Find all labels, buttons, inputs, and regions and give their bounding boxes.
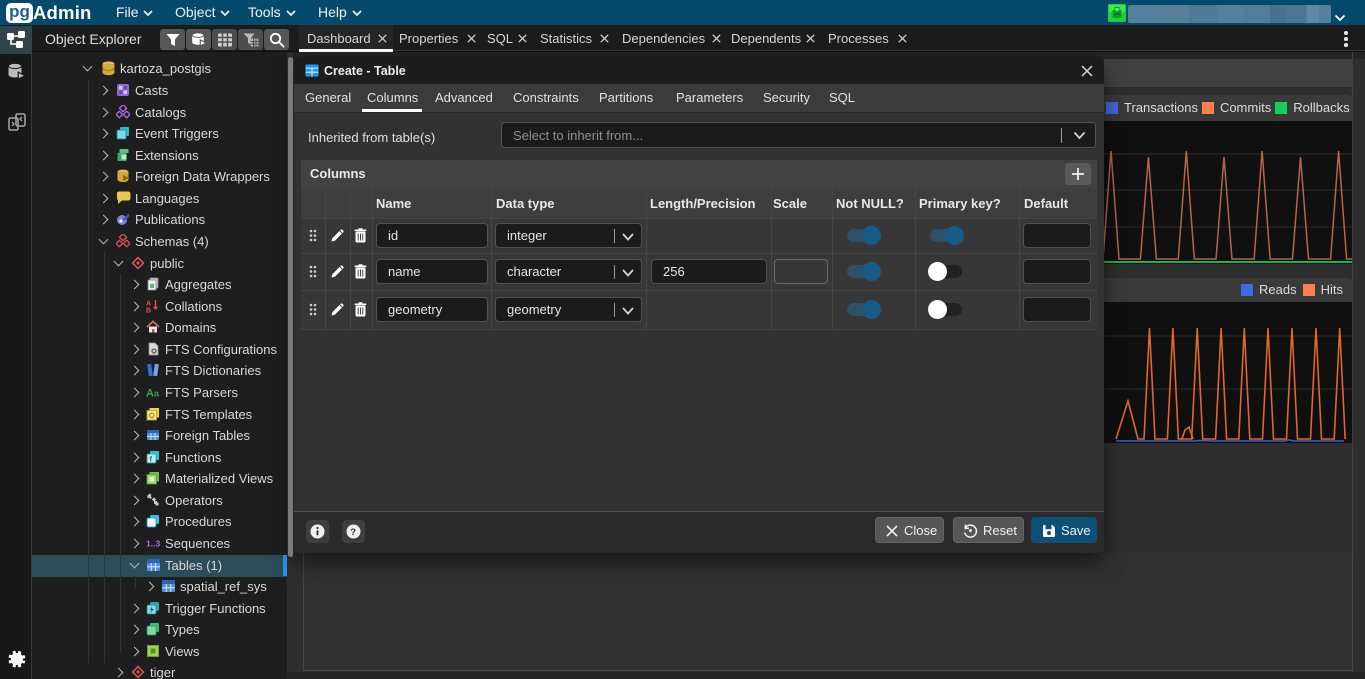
svg-text:A: A: [146, 388, 154, 400]
svg-text:1..3: 1..3: [146, 539, 160, 549]
svg-text:a: a: [154, 389, 160, 399]
svg-text:A: A: [146, 301, 151, 308]
svg-text:?: ?: [350, 527, 356, 538]
svg-text:B: B: [146, 308, 151, 314]
